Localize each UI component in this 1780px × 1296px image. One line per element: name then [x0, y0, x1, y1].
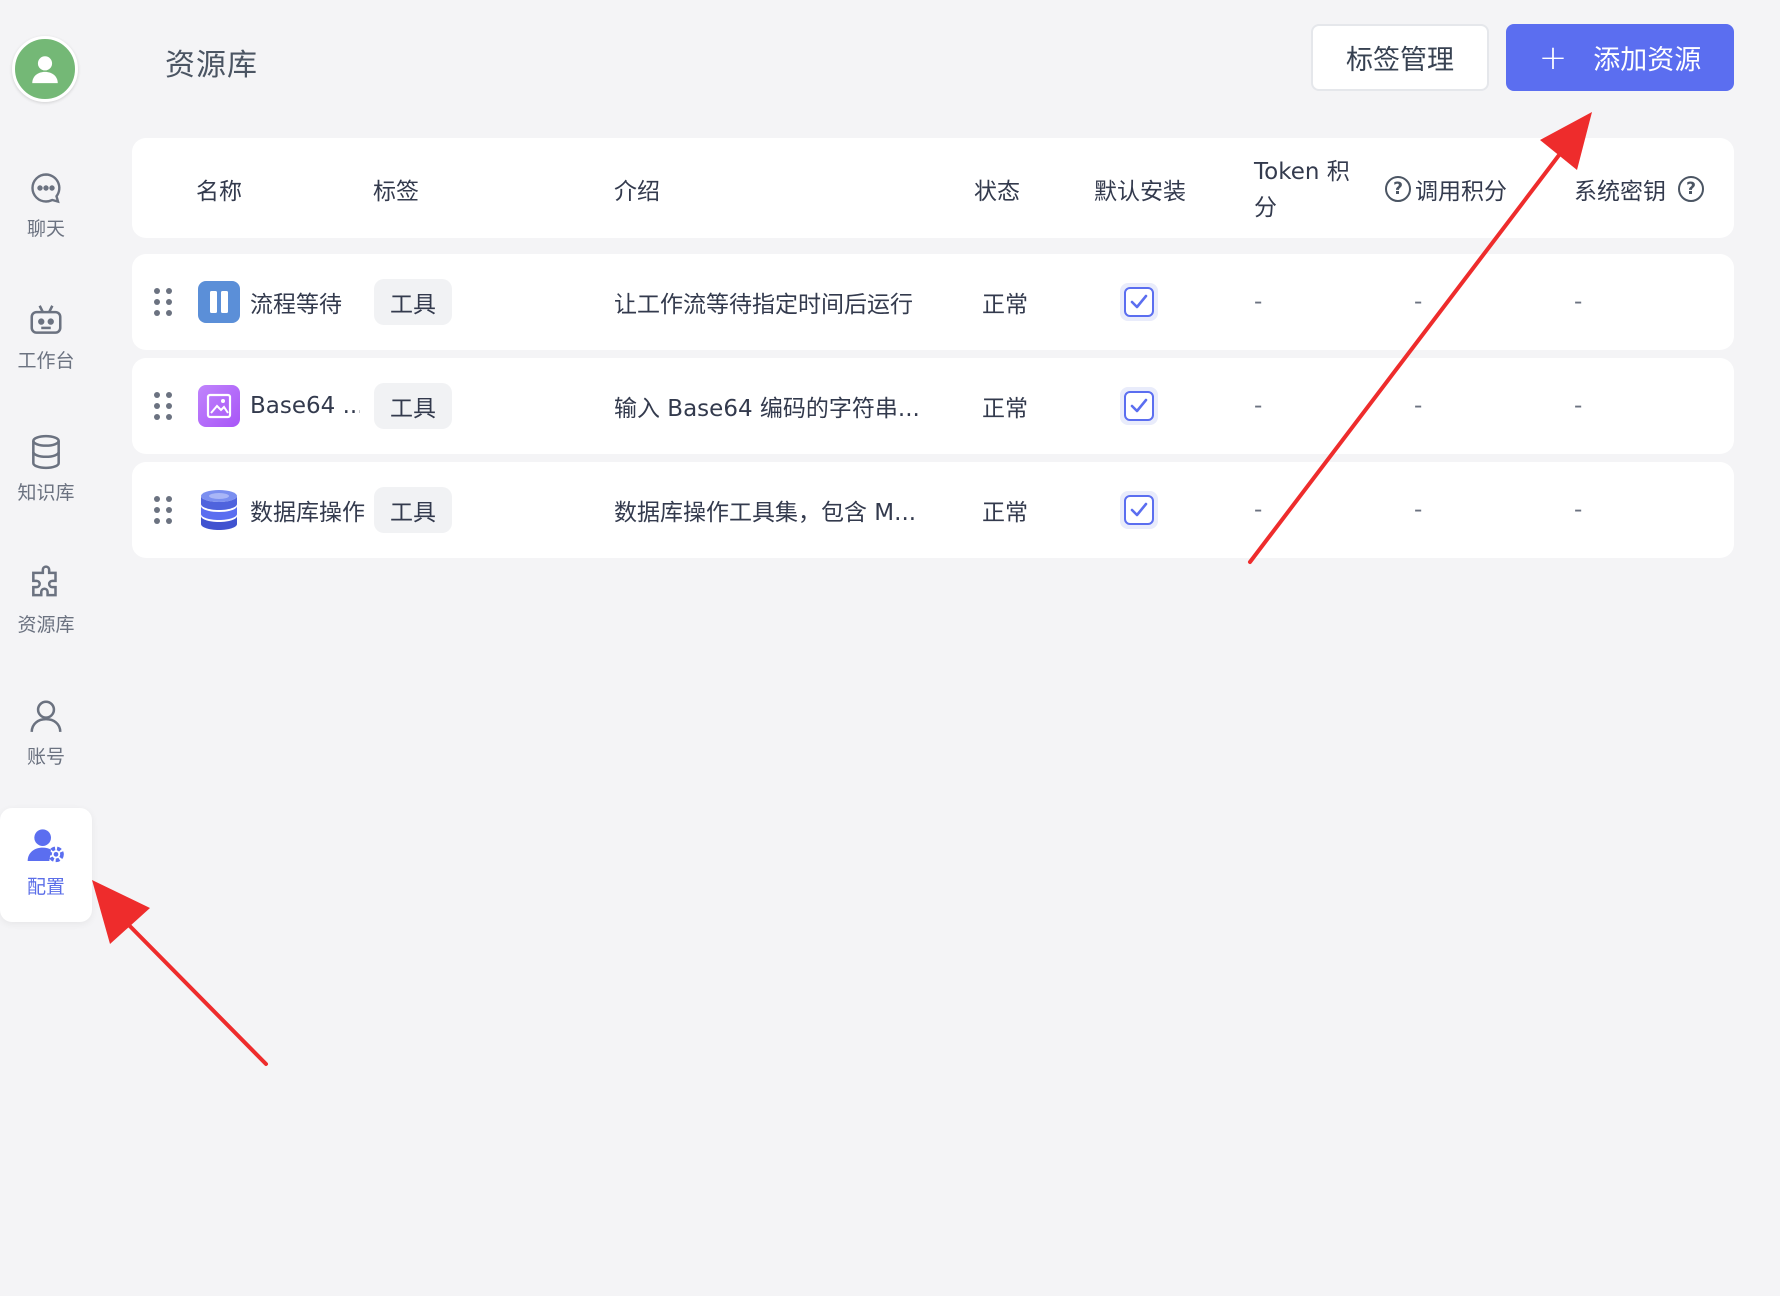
token-points-value: - [1254, 289, 1263, 315]
system-key-value: - [1574, 289, 1583, 315]
column-default-install: 默认安装 [1094, 179, 1186, 205]
token-points-value: - [1254, 497, 1263, 523]
table-row[interactable]: 流程等待 工具 让工作流等待指定时间后运行 正常 - - - [132, 254, 1734, 350]
token-points-value: - [1254, 393, 1263, 419]
sidebar-item-config[interactable]: 配置 [0, 808, 92, 922]
image-icon [198, 358, 240, 454]
plus-icon: + [1538, 37, 1568, 78]
resource-name: 数据库操作 [250, 500, 365, 526]
help-icon[interactable]: ? [1385, 176, 1411, 202]
tag-cell: 工具 [374, 462, 452, 558]
column-system-key-label: 系统密钥 [1574, 179, 1666, 205]
default-install-checkbox[interactable] [1120, 254, 1158, 350]
column-call-points-label: 调用积分 [1415, 179, 1507, 205]
call-points-value: - [1414, 289, 1423, 315]
robot-icon [26, 300, 66, 340]
arrow-to-config [92, 880, 268, 1066]
column-name: 名称 [196, 179, 242, 205]
table-header: 名称 标签 介绍 状态 默认安装 Token 积分 ? 调用积分 系统密钥 ? [132, 138, 1734, 238]
column-system-key: 系统密钥 ? [1574, 172, 1704, 206]
sidebar-item-label: 工作台 [17, 350, 75, 372]
system-key-value: - [1574, 393, 1583, 419]
column-call-points: ? 调用积分 [1385, 172, 1507, 206]
call-points-value: - [1414, 497, 1423, 523]
drag-handle-icon[interactable] [154, 462, 174, 558]
column-intro: 介绍 [614, 179, 660, 205]
sidebar-item-account[interactable]: 账号 [0, 696, 92, 769]
add-resource-button[interactable]: + 添加资源 [1506, 24, 1734, 91]
drag-handle-icon[interactable] [154, 358, 174, 454]
sidebar-item-chat[interactable]: 聊天 [0, 168, 92, 241]
resource-intro: 让工作流等待指定时间后运行 [614, 292, 913, 318]
check-icon [1130, 502, 1148, 517]
sidebar-item-label: 账号 [26, 746, 65, 768]
column-status: 状态 [974, 179, 1020, 205]
avatar[interactable] [12, 36, 78, 102]
default-install-checkbox[interactable] [1120, 358, 1158, 454]
resource-intro: 输入 Base64 编码的字符串... [614, 396, 920, 422]
tag-cell: 工具 [374, 358, 452, 454]
call-points-value: - [1414, 393, 1423, 419]
database-stack-icon [198, 462, 240, 558]
status-text: 正常 [982, 500, 1028, 526]
user-avatar-icon [32, 56, 58, 84]
help-icon[interactable]: ? [1678, 176, 1704, 202]
resource-intro: 数据库操作工具集，包含 M... [614, 500, 917, 526]
tag-badge: 工具 [374, 279, 452, 325]
puzzle-icon [26, 564, 66, 604]
status-text: 正常 [982, 396, 1028, 422]
sidebar-item-resources[interactable]: 资源库 [0, 564, 92, 637]
resource-name: 流程等待 [250, 292, 342, 318]
status-text: 正常 [982, 292, 1028, 318]
sidebar-item-label: 配置 [26, 876, 65, 898]
tag-badge: 工具 [374, 487, 452, 533]
page-title: 资源库 [165, 48, 258, 83]
user-icon [26, 696, 66, 736]
sidebar-item-knowledge[interactable]: 知识库 [0, 432, 92, 505]
sidebar-item-label: 聊天 [26, 218, 65, 240]
column-token-points: Token 积分 [1254, 159, 1350, 221]
check-icon [1130, 398, 1148, 413]
sidebar-item-workbench[interactable]: 工作台 [0, 300, 92, 373]
drag-handle-icon[interactable] [154, 254, 174, 350]
sidebar: 聊天 工作台 知识库 资源库 账号 配置 [0, 0, 92, 1296]
system-key-value: - [1574, 497, 1583, 523]
default-install-checkbox[interactable] [1120, 462, 1158, 558]
table-row[interactable]: 数据库操作 工具 数据库操作工具集，包含 M... 正常 - - - [132, 462, 1734, 558]
pause-icon [198, 254, 240, 350]
resource-name: Base64 ... [250, 393, 360, 419]
tag-cell: 工具 [374, 254, 452, 350]
table-row[interactable]: Base64 ... 工具 输入 Base64 编码的字符串... 正常 - -… [132, 358, 1734, 454]
sidebar-item-label: 资源库 [17, 614, 75, 636]
sidebar-item-label: 知识库 [17, 482, 75, 504]
chat-bubble-icon [26, 168, 66, 208]
check-icon [1130, 294, 1148, 309]
column-tags: 标签 [373, 179, 419, 205]
add-resource-label: 添加资源 [1593, 45, 1702, 76]
database-icon [26, 432, 66, 472]
user-gear-icon [26, 826, 66, 866]
tag-badge: 工具 [374, 383, 452, 429]
tag-management-button[interactable]: 标签管理 [1311, 24, 1489, 91]
